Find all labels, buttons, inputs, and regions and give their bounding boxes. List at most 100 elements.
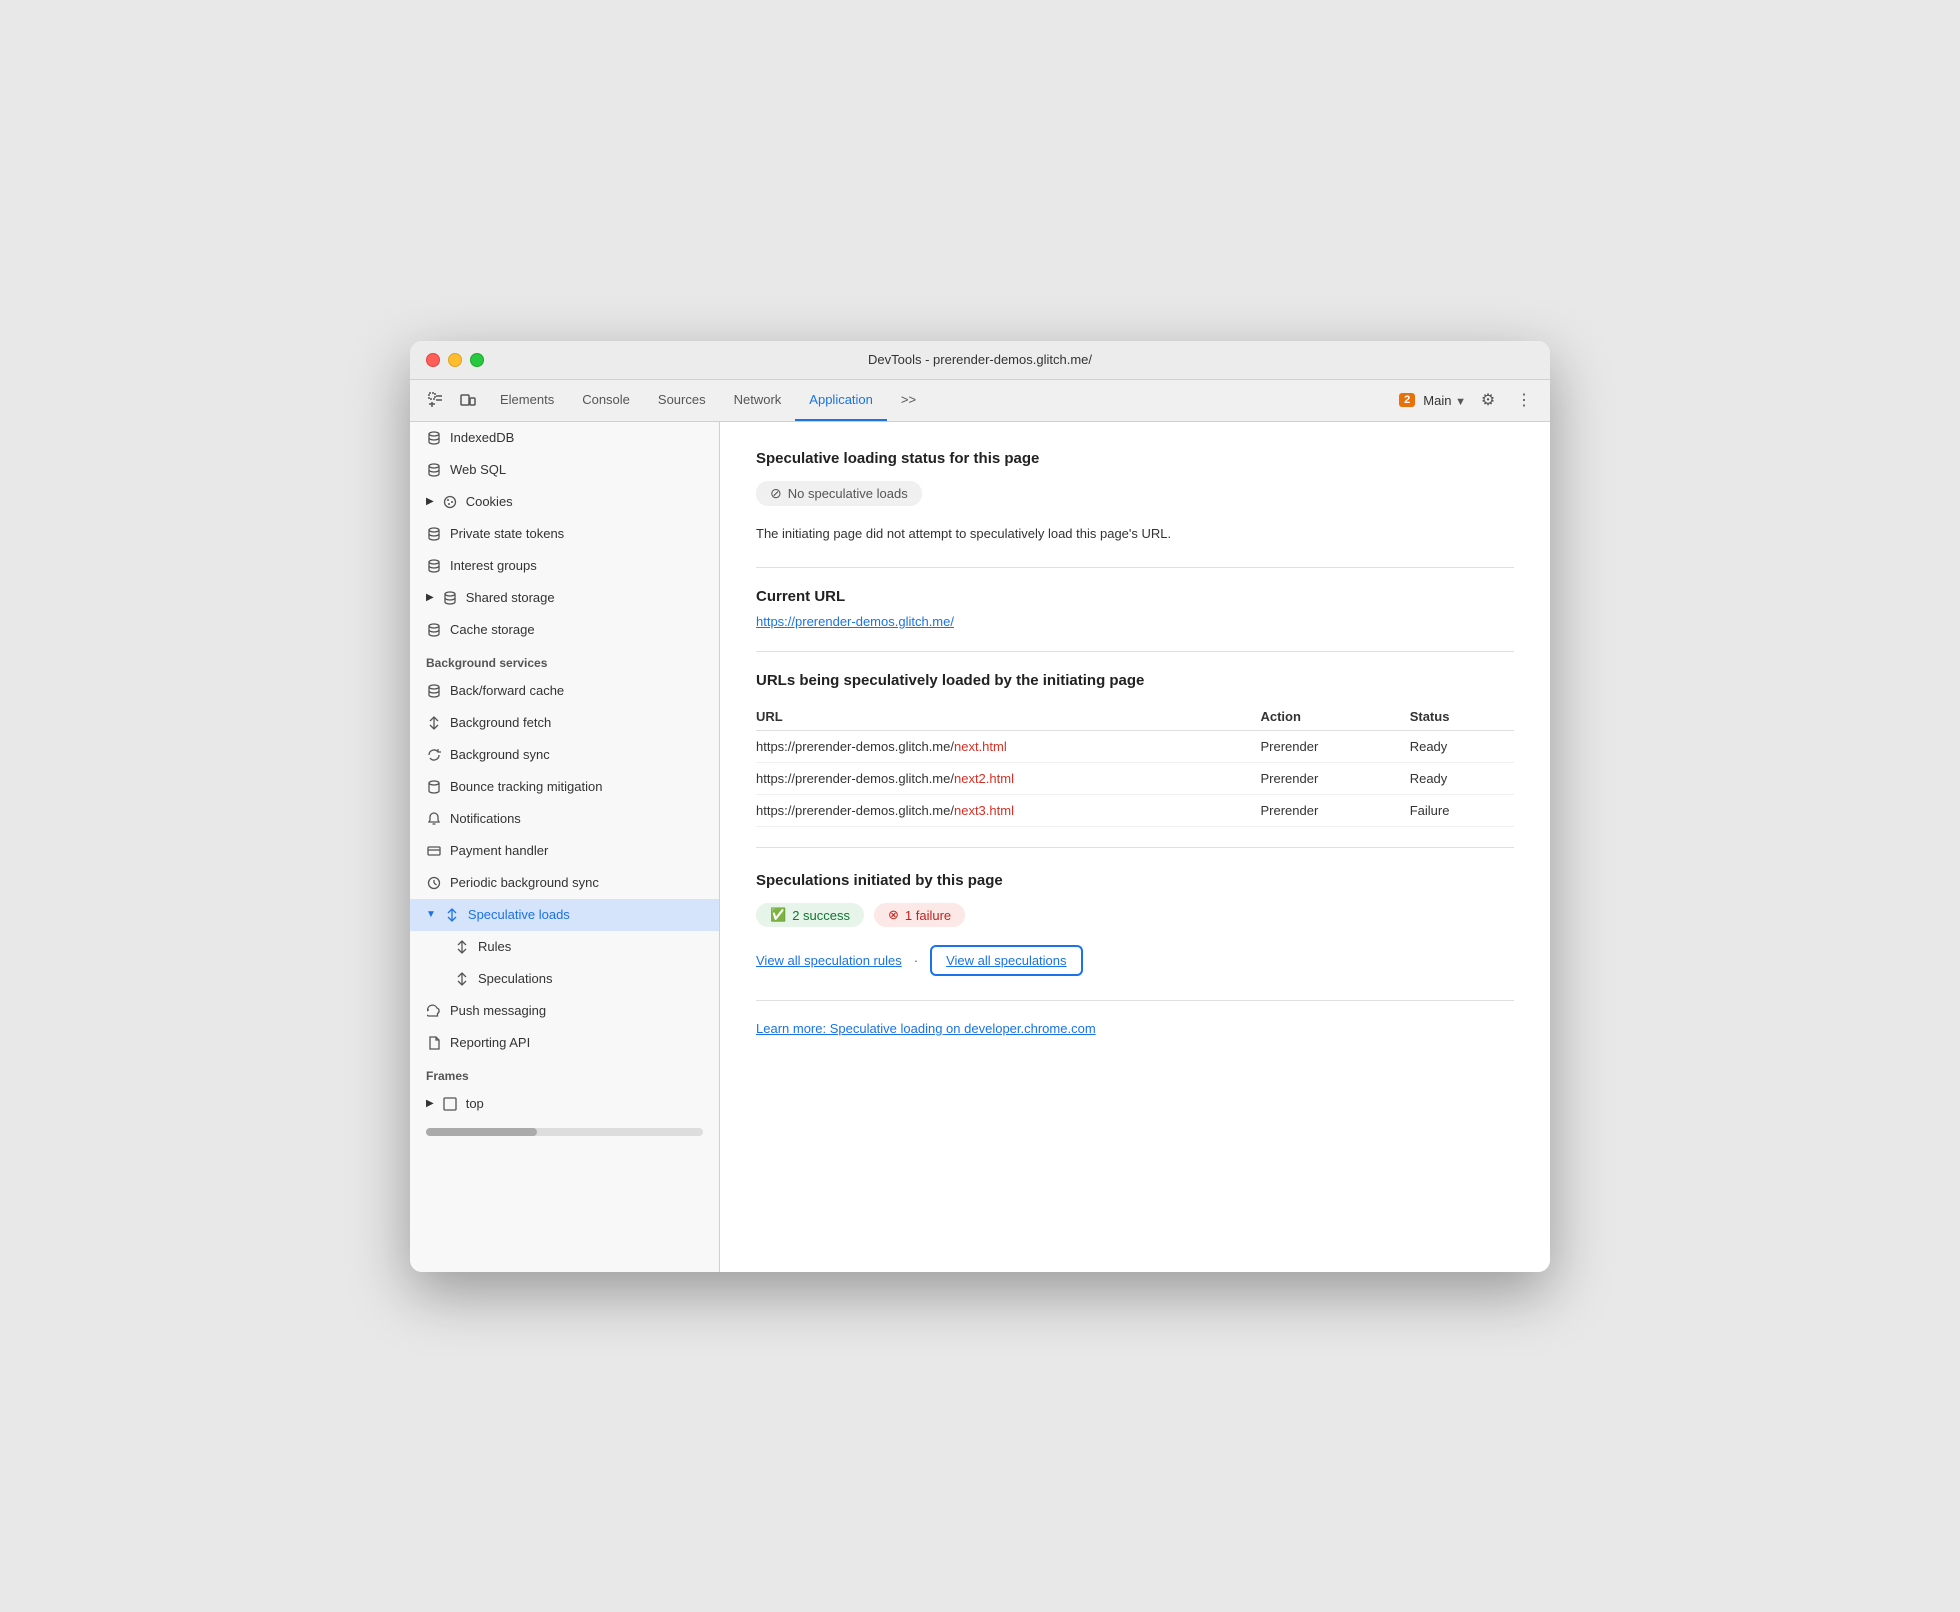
traffic-lights — [426, 353, 484, 367]
scrollbar-thumb[interactable] — [426, 1128, 537, 1136]
urls-table-title: URLs being speculatively loaded by the i… — [756, 672, 1514, 689]
sidebar-item-push-messaging[interactable]: Push messaging — [410, 995, 719, 1027]
sidebar-item-bounce-tracking[interactable]: Bounce tracking mitigation — [410, 771, 719, 803]
sidebar-item-private-state-tokens[interactable]: Private state tokens — [410, 518, 719, 550]
url-highlight-3: next3.html — [954, 803, 1014, 818]
current-url-label: Current URL — [756, 588, 1514, 605]
sidebar-item-speculations[interactable]: Speculations — [410, 963, 719, 995]
target-selector[interactable]: Main ▼ — [1423, 393, 1466, 408]
cloud-icon — [426, 1003, 442, 1019]
sidebar-section-frames: Frames — [410, 1059, 719, 1088]
divider-1 — [756, 567, 1514, 568]
col-status: Status — [1398, 703, 1514, 731]
tab-application[interactable]: Application — [795, 380, 887, 421]
sidebar-item-cookies[interactable]: ▶ Cookies — [410, 486, 719, 518]
database-icon-5 — [442, 590, 458, 606]
sidebar-item-shared-storage[interactable]: ▶ Shared storage — [410, 582, 719, 614]
speculative-loads-icon — [444, 907, 460, 923]
tab-network[interactable]: Network — [720, 380, 796, 421]
payment-icon — [426, 843, 442, 859]
frame-icon — [442, 1096, 458, 1112]
inspect-icon[interactable] — [422, 386, 450, 414]
device-toolbar-icon[interactable] — [454, 386, 482, 414]
action-cell-3: Prerender — [1248, 795, 1397, 827]
sidebar: IndexedDB Web SQL ▶ Cookies Private sta — [410, 422, 720, 1272]
sidebar-item-interest-groups[interactable]: Interest groups — [410, 550, 719, 582]
minimize-button[interactable] — [448, 353, 462, 367]
database-icon — [426, 430, 442, 446]
url-base-1: https://prerender-demos.glitch.me/ — [756, 739, 954, 754]
more-options-icon[interactable]: ⋮ — [1510, 386, 1538, 414]
sidebar-section-background-services: Background services — [410, 646, 719, 675]
url-cell-2: https://prerender-demos.glitch.me/next2.… — [756, 763, 1248, 795]
target-dropdown-arrow: ▼ — [1455, 396, 1466, 408]
horizontal-scrollbar[interactable] — [426, 1128, 703, 1136]
main-container: IndexedDB Web SQL ▶ Cookies Private sta — [410, 422, 1550, 1272]
url-highlight-1: next.html — [954, 739, 1007, 754]
view-rules-link[interactable]: View all speculation rules — [756, 953, 902, 968]
cache-icon — [426, 683, 442, 699]
sidebar-item-websql[interactable]: Web SQL — [410, 454, 719, 486]
database-icon-2 — [426, 462, 442, 478]
url-highlight-2: next2.html — [954, 771, 1014, 786]
settings-icon[interactable]: ⚙ — [1474, 386, 1502, 414]
database-icon-3 — [426, 526, 442, 542]
table-row: https://prerender-demos.glitch.me/next3.… — [756, 795, 1514, 827]
sidebar-item-cache-storage[interactable]: Cache storage — [410, 614, 719, 646]
status-cell-1: Ready — [1398, 731, 1514, 763]
speculative-loading-description: The initiating page did not attempt to s… — [756, 524, 1514, 544]
sidebar-item-speculative-loads[interactable]: ▼ Speculative loads — [410, 899, 719, 931]
divider-2 — [756, 651, 1514, 652]
view-speculations-link[interactable]: View all speculations — [930, 945, 1082, 976]
sidebar-item-notifications[interactable]: Notifications — [410, 803, 719, 835]
tab-elements[interactable]: Elements — [486, 380, 568, 421]
tab-console[interactable]: Console — [568, 380, 644, 421]
success-icon: ✅ — [770, 907, 786, 923]
no-loads-badge: ⊘ No speculative loads — [756, 481, 922, 506]
sidebar-item-rules[interactable]: Rules — [410, 931, 719, 963]
toolbar-right: 2 Main ▼ ⚙ ⋮ — [1399, 386, 1538, 414]
divider-4 — [756, 1000, 1514, 1001]
tab-sources[interactable]: Sources — [644, 380, 720, 421]
url-base-2: https://prerender-demos.glitch.me/ — [756, 771, 954, 786]
sidebar-item-background-sync[interactable]: Background sync — [410, 739, 719, 771]
database-icon-4 — [426, 558, 442, 574]
toolbar: Elements Console Sources Network Applica… — [410, 380, 1550, 422]
close-button[interactable] — [426, 353, 440, 367]
url-cell-1: https://prerender-demos.glitch.me/next.h… — [756, 731, 1248, 763]
sidebar-item-indexeddb[interactable]: IndexedDB — [410, 422, 719, 454]
maximize-button[interactable] — [470, 353, 484, 367]
sidebar-item-reporting-api[interactable]: Reporting API — [410, 1027, 719, 1059]
expand-arrow-cookies: ▶ — [426, 496, 434, 507]
current-url-link[interactable]: https://prerender-demos.glitch.me/ — [756, 614, 954, 629]
sidebar-item-periodic-background-sync[interactable]: Periodic background sync — [410, 867, 719, 899]
view-links: View all speculation rules · View all sp… — [756, 945, 1514, 976]
table-row: https://prerender-demos.glitch.me/next2.… — [756, 763, 1514, 795]
failure-badge: ⊗ 1 failure — [874, 903, 965, 927]
action-cell-2: Prerender — [1248, 763, 1397, 795]
expand-arrow-spec: ▼ — [426, 909, 436, 920]
titlebar: DevTools - prerender-demos.glitch.me/ — [410, 341, 1550, 380]
sidebar-item-top-frame[interactable]: ▶ top — [410, 1088, 719, 1120]
database-icon-6 — [426, 622, 442, 638]
bell-icon — [426, 811, 442, 827]
tab-overflow[interactable]: >> — [887, 380, 930, 421]
cookie-icon — [442, 494, 458, 510]
table-row: https://prerender-demos.glitch.me/next.h… — [756, 731, 1514, 763]
sidebar-item-backforward-cache[interactable]: Back/forward cache — [410, 675, 719, 707]
sync-icon — [426, 747, 442, 763]
status-cell-2: Ready — [1398, 763, 1514, 795]
url-base-3: https://prerender-demos.glitch.me/ — [756, 803, 954, 818]
content-panel: Speculative loading status for this page… — [720, 422, 1550, 1272]
separator: · — [914, 953, 918, 968]
url-cell-3: https://prerender-demos.glitch.me/next3.… — [756, 795, 1248, 827]
success-badge: ✅ 2 success — [756, 903, 864, 927]
speculative-urls-table: URL Action Status https://prerender-demo… — [756, 703, 1514, 827]
expand-arrow-top: ▶ — [426, 1098, 434, 1109]
speculations-title: Speculations initiated by this page — [756, 872, 1514, 889]
learn-more-link[interactable]: Learn more: Speculative loading on devel… — [756, 1021, 1514, 1036]
sidebar-item-payment-handler[interactable]: Payment handler — [410, 835, 719, 867]
sidebar-item-background-fetch[interactable]: Background fetch — [410, 707, 719, 739]
no-loads-icon: ⊘ — [770, 485, 782, 502]
speculations-section: Speculations initiated by this page ✅ 2 … — [756, 872, 1514, 976]
